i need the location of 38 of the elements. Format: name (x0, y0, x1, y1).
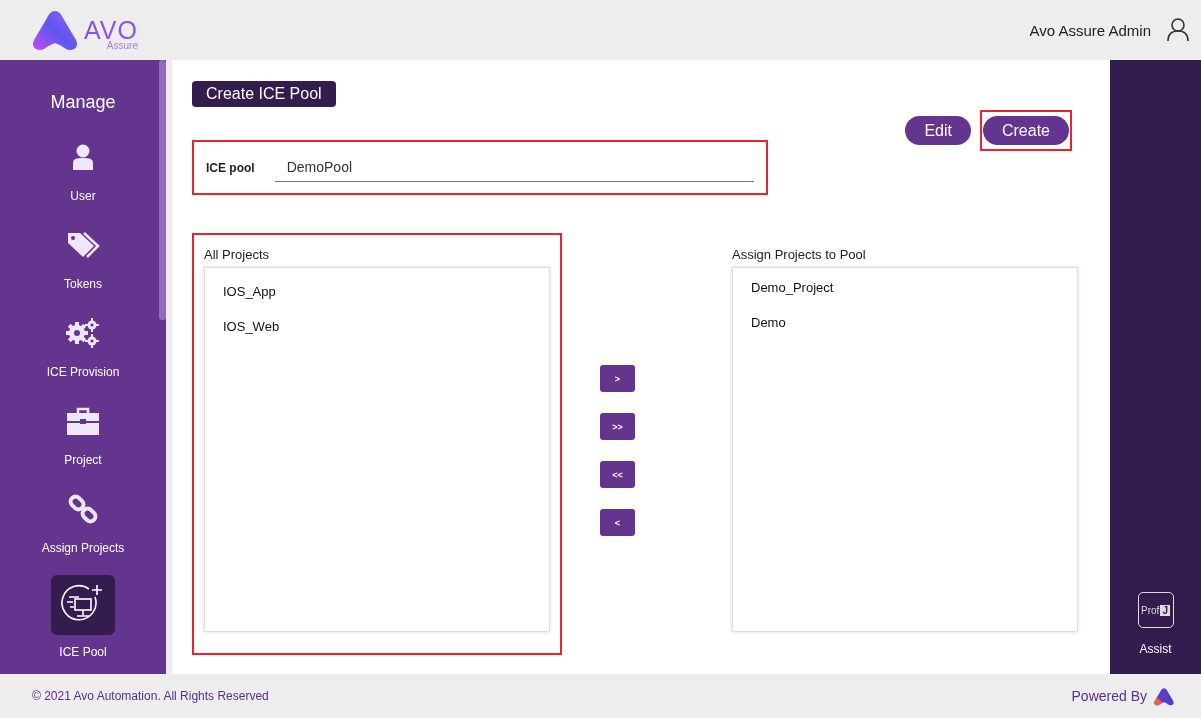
ice-pool-field[interactable]: DemoPool (274, 153, 754, 182)
move-button[interactable]: > (600, 365, 635, 392)
assist-badge[interactable]: Prof J (1137, 592, 1174, 628)
sidebar-item[interactable]: ICE Provision (46, 311, 120, 379)
logo-subtext: Assure (106, 41, 138, 51)
user-icon[interactable] (1167, 18, 1189, 42)
scrollbar-thumb[interactable] (159, 60, 166, 320)
copyright-text: © 2021 Avo Automation. All Rights Reserved (32, 689, 269, 703)
badge-letter: J (1160, 604, 1170, 616)
powered-by-text: Powered By (1071, 688, 1147, 704)
field-label: ICE pool (206, 160, 255, 175)
tags-icon (66, 231, 100, 259)
move-button[interactable]: << (600, 461, 635, 488)
action-button[interactable]: Edit (905, 116, 971, 145)
sidebar-item[interactable]: Assign Projects (41, 487, 125, 555)
project-name[interactable]: IOS_Web (223, 319, 531, 334)
panel-title: Assign Projects to Pool (732, 247, 867, 262)
chain-link-icon (68, 494, 98, 524)
badge-text: Prof (1141, 604, 1160, 616)
sidebar-item[interactable]: User (51, 135, 115, 203)
move-button[interactable]: < (600, 509, 635, 536)
panel-title: All Projects (204, 247, 271, 262)
logo-icon (1153, 686, 1175, 706)
assist-label: Assist (1139, 642, 1172, 656)
user-name: Avo Assure Admin (1029, 21, 1151, 39)
user-icon (72, 144, 94, 170)
sidebar-title: Manage (49, 91, 117, 114)
sidebar-item[interactable]: Project (51, 399, 115, 467)
sidebar-item[interactable]: Tokens (51, 223, 115, 291)
action-button[interactable]: Create (982, 116, 1069, 145)
briefcase-icon (67, 407, 99, 435)
page-title: Create ICE Pool (192, 81, 336, 107)
project-name[interactable]: IOS_App (223, 284, 531, 299)
gears-icon (66, 318, 100, 348)
move-button[interactable]: >> (600, 413, 635, 440)
logo-icon (30, 9, 80, 51)
project-name[interactable]: Demo (751, 315, 1059, 330)
project-name[interactable]: Demo_Project (751, 280, 1059, 295)
